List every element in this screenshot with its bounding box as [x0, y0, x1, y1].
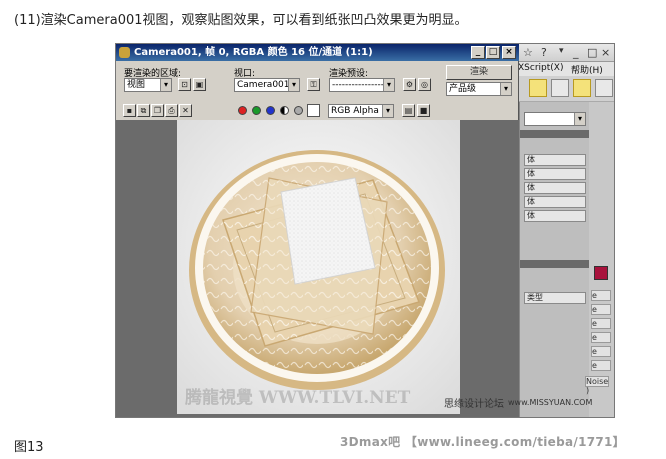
star-icon[interactable]: ☆: [523, 46, 533, 59]
rendered-image[interactable]: 腾龍視覺 WWW.TLVI.NET: [177, 120, 460, 414]
plate-render-image: [177, 120, 460, 414]
render-window-title-bar: Camera001, 帧 0, RGBA 颜色 16 位/通道 (1:1) _ …: [116, 44, 519, 61]
alpha-channel-icon[interactable]: [280, 106, 289, 115]
render-frame-window: Camera001, 帧 0, RGBA 颜色 16 位/通道 (1:1) _ …: [116, 44, 519, 417]
preset-dropdown[interactable]: --------------------: [329, 78, 395, 92]
close-button[interactable]: ×: [502, 46, 516, 59]
panel-button-4[interactable]: 体: [524, 196, 586, 208]
render-button[interactable]: 渲染: [446, 65, 512, 80]
print-icon[interactable]: ⎙: [165, 104, 178, 117]
viewport-dropdown[interactable]: Camera001: [234, 78, 300, 92]
area-dropdown[interactable]: 视图: [124, 78, 172, 92]
render-watermark: 腾龍視覺 WWW.TLVI.NET: [185, 388, 411, 408]
quality-dropdown[interactable]: 产品级: [446, 82, 512, 96]
render-setup-icon[interactable]: ⚙: [403, 78, 416, 91]
menu-item-help[interactable]: 帮助(H): [571, 63, 603, 76]
background-menu-bar: XScript(X) 帮助(H): [511, 62, 614, 76]
environment-icon[interactable]: ◎: [418, 78, 431, 91]
copy-image-icon[interactable]: ⧉: [137, 104, 150, 117]
figure-caption: 图13: [14, 440, 44, 455]
render-viewport: 腾龍視覺 WWW.TLVI.NET: [116, 120, 519, 417]
help-icon[interactable]: ?: [541, 46, 547, 59]
auto-region-icon[interactable]: ▣: [193, 78, 206, 91]
lock-icon[interactable]: ⚿: [307, 78, 320, 91]
bg-close-button[interactable]: ×: [601, 46, 610, 59]
menu-item-maxscript[interactable]: XScript(X): [518, 63, 563, 73]
red-channel-icon[interactable]: [238, 106, 247, 115]
map-slot-1[interactable]: e: [591, 290, 611, 301]
toggle-ui-icon[interactable]: ▤: [402, 104, 415, 117]
forum-watermark: 思缘设计论坛: [444, 399, 504, 410]
screenshot-frame: ☆ ? ▾ _ □ × XScript(X) 帮助(H) 体 体 体 体 体 类…: [115, 43, 615, 418]
save-image-icon[interactable]: ▪: [123, 104, 136, 117]
site-watermark: 3Dmax吧 【www.lineeg.com/tieba/1771】: [340, 435, 625, 449]
bg-minimize-button[interactable]: _: [573, 46, 579, 59]
background-toolbar: [511, 76, 614, 102]
map-slot-3[interactable]: e: [591, 318, 611, 329]
panel-rollout-header-2: [520, 260, 590, 268]
clear-icon[interactable]: ✕: [179, 104, 192, 117]
background-title-bar: ☆ ? ▾ _ □ ×: [511, 44, 614, 62]
map-slot-noise[interactable]: Noise ): [585, 376, 609, 395]
map-slot-2[interactable]: e: [591, 304, 611, 315]
display-alpha-icon[interactable]: ■: [417, 104, 430, 117]
forum-url: www.MISSYUAN.COM: [508, 398, 593, 407]
panel-button-2[interactable]: 体: [524, 168, 586, 180]
window-dropdown-icon[interactable]: ▾: [559, 46, 564, 56]
caption-top: (11)渲染Camera001视图，观察贴图效果，可以看到纸张凹凸效果更为明显。: [14, 13, 468, 28]
render-window-title: Camera001, 帧 0, RGBA 颜色 16 位/通道 (1:1): [134, 47, 373, 58]
color-swatch[interactable]: [594, 266, 608, 280]
map-slot-5[interactable]: e: [591, 346, 611, 357]
panel-rollout-header: [520, 130, 590, 138]
quick-render-icon[interactable]: [573, 79, 591, 97]
bg-maximize-button[interactable]: □: [587, 46, 597, 59]
blue-channel-icon[interactable]: [266, 106, 275, 115]
rendered-frame-icon[interactable]: [551, 79, 569, 97]
panel-dropdown[interactable]: [524, 112, 586, 126]
minimize-button[interactable]: _: [471, 46, 485, 59]
monochrome-icon[interactable]: [294, 106, 303, 115]
green-channel-icon[interactable]: [252, 106, 261, 115]
channel-dropdown[interactable]: RGB Alpha: [328, 104, 394, 118]
command-panel: 体 体 体 体 体 类型: [519, 102, 590, 417]
map-slot-6[interactable]: e: [591, 360, 611, 371]
panel-button-3[interactable]: 体: [524, 182, 586, 194]
panel-button-5[interactable]: 体: [524, 210, 586, 222]
panel-label-type: 类型: [524, 292, 586, 304]
edit-region-icon[interactable]: ⊡: [178, 78, 191, 91]
panel-button-1[interactable]: 体: [524, 154, 586, 166]
material-list-panel: e e e e e e Noise ): [585, 102, 614, 417]
teapot-icon: [119, 47, 130, 58]
render-setup-icon[interactable]: [529, 79, 547, 97]
map-slot-4[interactable]: e: [591, 332, 611, 343]
maximize-button[interactable]: □: [486, 46, 500, 59]
clone-window-icon[interactable]: ❐: [151, 104, 164, 117]
background-color-swatch[interactable]: [307, 104, 320, 117]
teapot-icon[interactable]: [595, 79, 613, 97]
